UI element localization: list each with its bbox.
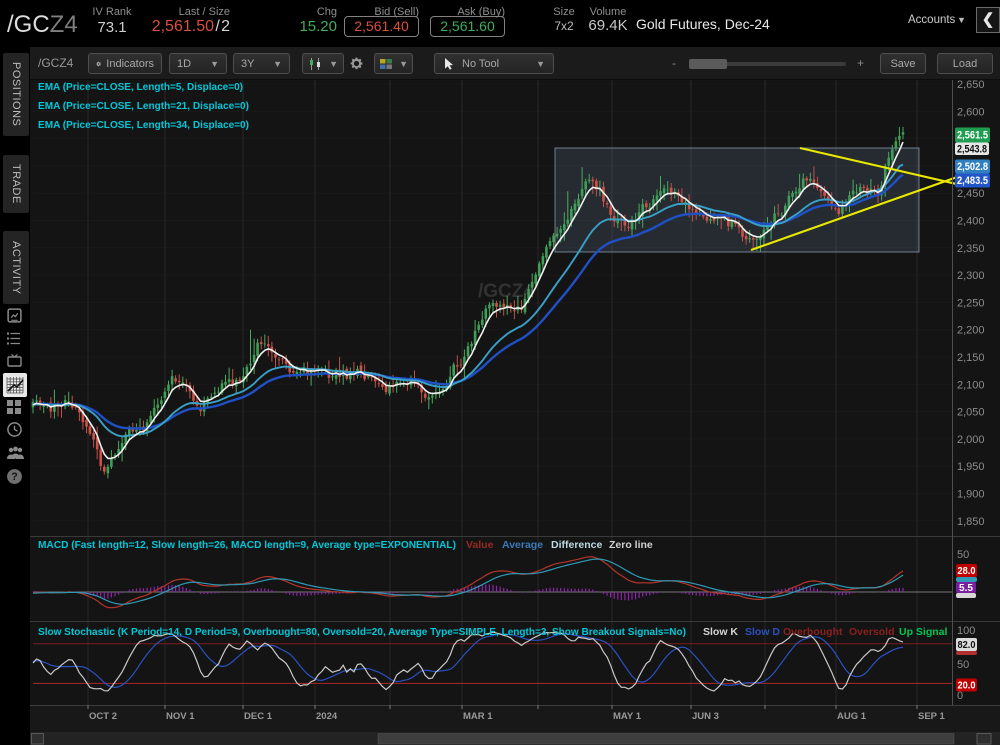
svg-text:EMA (Price=CLOSE, Length=34, D: EMA (Price=CLOSE, Length=34, Displace=0) — [38, 119, 249, 131]
svg-text:20.0: 20.0 — [958, 681, 976, 692]
svg-text:OCT 2: OCT 2 — [89, 711, 117, 722]
svg-text:2,100: 2,100 — [957, 379, 985, 391]
svg-text:0: 0 — [957, 690, 963, 702]
svg-text:2,300: 2,300 — [957, 270, 985, 282]
svg-text:50: 50 — [957, 549, 969, 561]
svg-text:EMA (Price=CLOSE, Length=5, Di: EMA (Price=CLOSE, Length=5, Displace=0) — [38, 81, 243, 93]
svg-text:MAY 1: MAY 1 — [613, 711, 642, 722]
svg-text:Average: Average — [502, 539, 543, 551]
svg-text:Overbought: Overbought — [783, 626, 843, 638]
svg-text:Slow D: Slow D — [745, 626, 780, 638]
svg-text:2,150: 2,150 — [957, 352, 985, 364]
svg-text:2,000: 2,000 — [957, 434, 985, 446]
svg-text:JUN 3: JUN 3 — [692, 711, 719, 722]
svg-text:NOV 1: NOV 1 — [166, 711, 195, 722]
svg-text:2,200: 2,200 — [957, 325, 985, 337]
svg-text:2,543.8: 2,543.8 — [957, 143, 987, 155]
svg-text:AUG 1: AUG 1 — [837, 711, 867, 722]
svg-text:2,483.5: 2,483.5 — [957, 175, 988, 187]
svg-text:5.5: 5.5 — [959, 583, 973, 594]
svg-text:Oversold: Oversold — [849, 626, 895, 638]
svg-text:50: 50 — [957, 659, 969, 671]
svg-text:DEC 1: DEC 1 — [244, 711, 273, 722]
svg-text:2024: 2024 — [316, 711, 338, 722]
svg-text:Slow Stochastic (K Period=14,: Slow Stochastic (K Period=14, D Period=9… — [38, 626, 686, 638]
svg-text:1,900: 1,900 — [957, 489, 985, 501]
svg-text:28.0: 28.0 — [958, 566, 976, 577]
svg-text:Difference: Difference — [551, 539, 603, 551]
svg-text:Zero line: Zero line — [609, 539, 653, 551]
svg-text:2,250: 2,250 — [957, 297, 985, 309]
svg-text:2,650: 2,650 — [957, 79, 985, 91]
svg-text:2,350: 2,350 — [957, 243, 985, 255]
svg-text:Slow K: Slow K — [703, 626, 738, 638]
svg-text:SEP 1: SEP 1 — [918, 711, 945, 722]
svg-text:Up Signal: Up Signal — [899, 626, 948, 638]
svg-text:EMA (Price=CLOSE, Length=21, D: EMA (Price=CLOSE, Length=21, Displace=0) — [38, 100, 249, 112]
svg-text:?: ? — [11, 471, 17, 483]
svg-text:2,561.5: 2,561.5 — [957, 130, 988, 142]
svg-text:100: 100 — [957, 625, 975, 637]
svg-text:82.0: 82.0 — [958, 640, 976, 651]
svg-text:2,450: 2,450 — [957, 188, 985, 200]
svg-text:MACD (Fast length=12, Slow len: MACD (Fast length=12, Slow length=26, MA… — [38, 539, 456, 551]
svg-text:1,950: 1,950 — [957, 461, 985, 473]
svg-text:Value: Value — [466, 539, 494, 551]
svg-text:MAR 1: MAR 1 — [463, 711, 493, 722]
svg-text:2,400: 2,400 — [957, 216, 985, 228]
svg-text:2,502.8: 2,502.8 — [957, 161, 988, 173]
svg-text:1,850: 1,850 — [957, 516, 985, 528]
svg-text:2,600: 2,600 — [957, 106, 985, 118]
svg-text:2,050: 2,050 — [957, 407, 985, 419]
